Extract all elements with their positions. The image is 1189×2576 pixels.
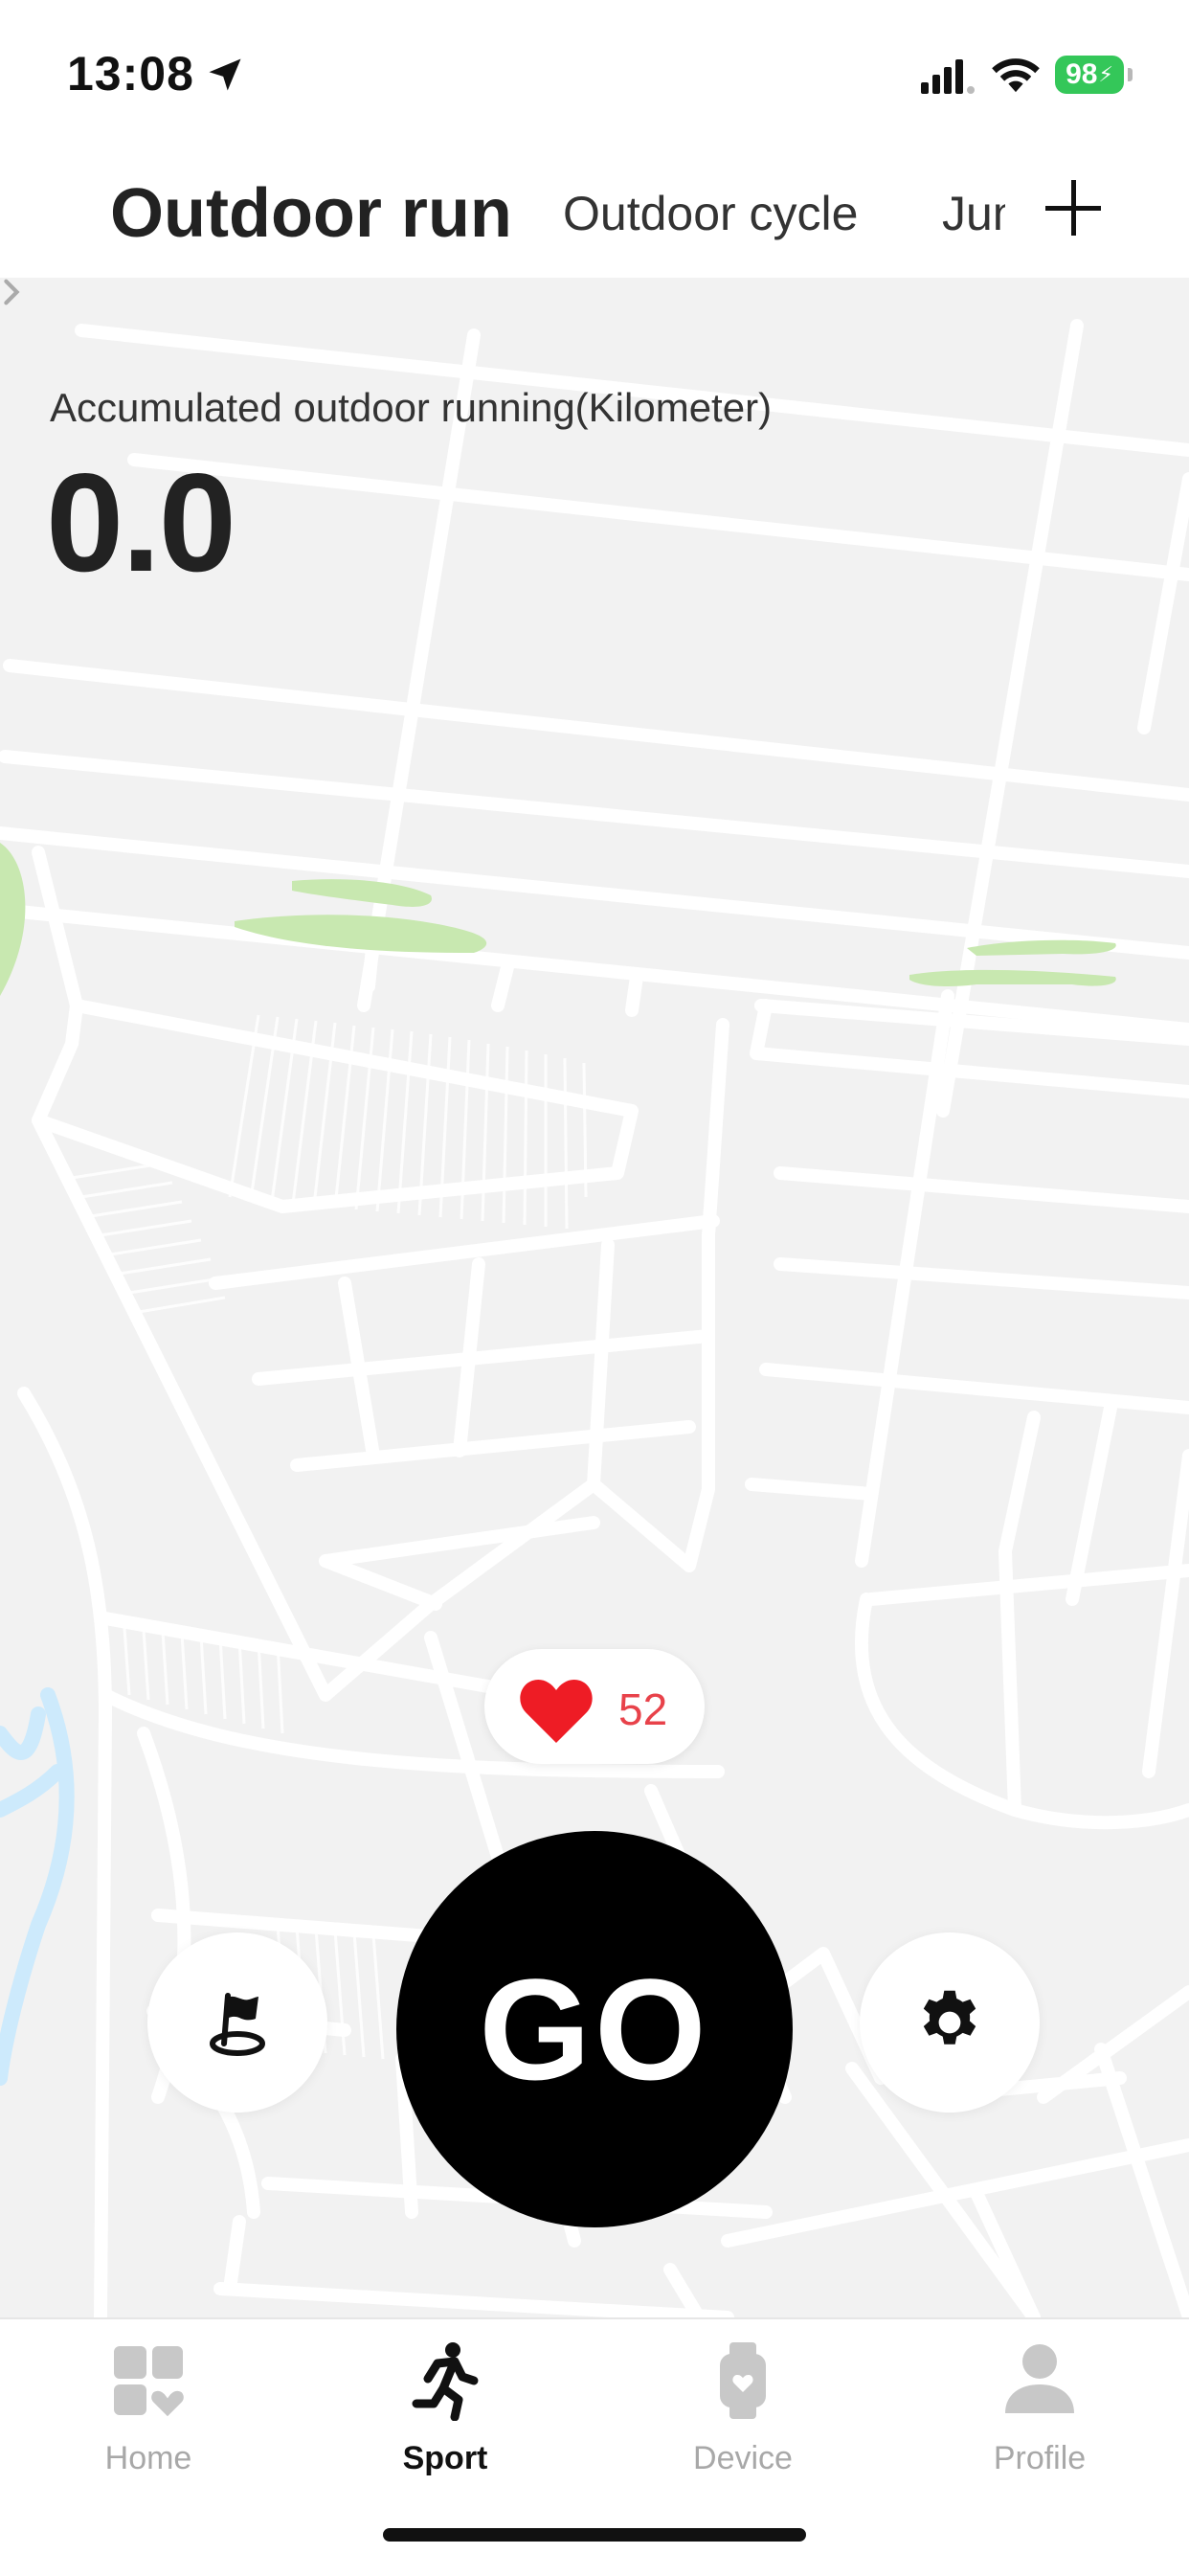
flag-icon [210, 1993, 265, 2056]
heart-rate-badge: 52 [484, 1649, 705, 1764]
heart-rate-value: 52 [618, 1684, 668, 1734]
nav-label-home: Home [104, 2440, 192, 2476]
tab-outdoor-cycle[interactable]: Outdoor cycle [563, 186, 858, 241]
chevron-right-icon[interactable] [0, 278, 23, 306]
accumulated-distance-label[interactable]: Accumulated outdoor running(Kilometer) [50, 385, 772, 431]
nav-profile[interactable]: Profile [925, 2319, 1155, 2511]
running-icon [412, 2342, 479, 2421]
nav-label-profile: Profile [993, 2440, 1087, 2476]
status-bar: 13:08 98 ⚡ [0, 0, 1189, 144]
sport-settings-button[interactable] [860, 1932, 1040, 2113]
battery-indicator: 98 ⚡ [1055, 56, 1124, 94]
tab-jump-rope[interactable]: Jump rope [942, 186, 1005, 241]
watch-icon [720, 2342, 766, 2419]
home-icon [114, 2346, 188, 2421]
accumulated-distance-value: 0.0 [46, 444, 236, 600]
sport-type-tabs: Outdoor run Outdoor cycle Jump rope [0, 144, 1189, 278]
nav-device[interactable]: Device [628, 2319, 858, 2511]
wifi-icon [992, 58, 1040, 93]
cellular-signal-icon [921, 59, 975, 94]
nav-sport[interactable]: Sport [330, 2319, 560, 2511]
tab-outdoor-run[interactable]: Outdoor run [110, 174, 512, 253]
battery-level: 98 [1066, 58, 1098, 90]
add-sport-button[interactable] [1040, 174, 1107, 241]
heart-icon [520, 1679, 593, 1743]
nav-label-device: Device [693, 2440, 793, 2476]
nav-label-sport: Sport [402, 2440, 488, 2476]
route-flag-button[interactable] [147, 1932, 327, 2113]
person-icon [1005, 2344, 1074, 2413]
nav-home[interactable]: Home [34, 2319, 263, 2511]
battery-cap [1128, 68, 1133, 81]
charging-bolt-icon: ⚡ [1098, 62, 1113, 86]
gear-icon [923, 1990, 976, 2045]
location-arrow-icon [209, 58, 241, 91]
home-indicator[interactable] [383, 2528, 806, 2542]
status-time: 13:08 [67, 47, 194, 101]
go-button[interactable]: GO [396, 1831, 793, 2227]
